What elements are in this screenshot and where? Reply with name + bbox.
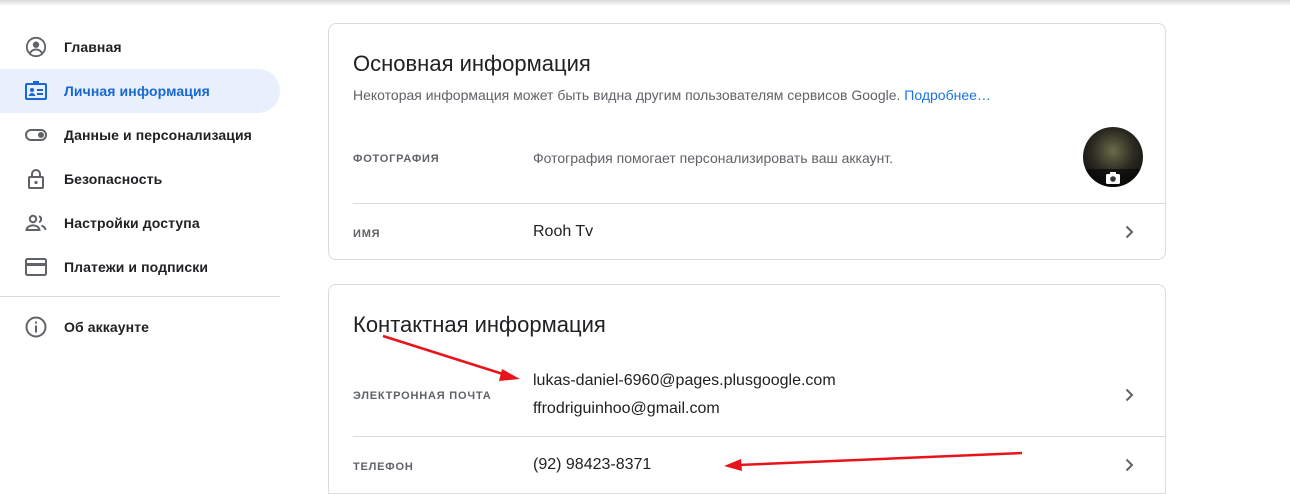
lock-icon xyxy=(24,167,48,191)
sidebar-item-label: Платежи и подписки xyxy=(64,259,209,275)
phone-row[interactable]: ТЕЛЕФОН (92) 98423-8371 xyxy=(329,437,1165,494)
credit-card-icon xyxy=(24,255,48,279)
id-card-icon xyxy=(24,79,48,103)
toggle-icon xyxy=(24,123,48,147)
name-label: ИМЯ xyxy=(353,228,381,240)
basic-info-subtitle: Некоторая информация может быть видна др… xyxy=(353,87,991,103)
sidebar-item-sharing[interactable]: Настройки доступа xyxy=(0,201,280,245)
sidebar-item-home[interactable]: Главная xyxy=(0,25,280,69)
name-value: Rooh Tv xyxy=(533,223,594,240)
top-shadow xyxy=(0,0,1290,6)
email-value-primary: lukas-daniel-6960@pages.plusgoogle.com xyxy=(533,372,836,389)
email-value-secondary: ffrodriguinhoo@gmail.com xyxy=(533,400,720,417)
sidebar-item-label: Личная информация xyxy=(64,83,210,99)
sidebar-item-label: Об аккаунте xyxy=(64,319,149,335)
contact-info-card: Контактная информация ЭЛЕКТРОННАЯ ПОЧТА … xyxy=(328,284,1166,494)
account-circle-icon xyxy=(24,35,48,59)
photo-description: Фотография помогает персонализировать ва… xyxy=(533,150,894,166)
learn-more-link[interactable]: Подробнее… xyxy=(904,87,991,103)
sidebar-divider xyxy=(0,296,280,297)
photo-row[interactable]: ФОТОГРАФИЯ Фотография помогает персонали… xyxy=(329,124,1165,203)
sidebar-item-label: Главная xyxy=(64,39,122,55)
sidebar-nav: Главная Личная информация Данные и персо… xyxy=(0,25,280,349)
sidebar-item-label: Безопасность xyxy=(64,171,163,187)
sidebar-item-security[interactable]: Безопасность xyxy=(0,157,280,201)
photo-label: ФОТОГРАФИЯ xyxy=(353,153,440,165)
phone-label: ТЕЛЕФОН xyxy=(353,461,414,473)
basic-info-title: Основная информация xyxy=(353,51,591,76)
people-icon xyxy=(24,211,48,235)
info-icon xyxy=(24,315,48,339)
profile-photo-avatar[interactable] xyxy=(1083,127,1143,187)
chevron-right-icon[interactable] xyxy=(1121,387,1137,403)
sidebar-item-label: Данные и персонализация xyxy=(64,127,252,143)
chevron-right-icon[interactable] xyxy=(1121,224,1137,240)
name-row[interactable]: ИМЯ Rooh Tv xyxy=(329,204,1165,260)
contact-info-title: Контактная информация xyxy=(353,312,606,337)
email-row[interactable]: ЭЛЕКТРОННАЯ ПОЧТА lukas-daniel-6960@page… xyxy=(329,357,1165,436)
sidebar-item-personal-info[interactable]: Личная информация xyxy=(0,69,280,113)
sidebar-item-data-personalization[interactable]: Данные и персонализация xyxy=(0,113,280,157)
phone-value: (92) 98423-8371 xyxy=(533,456,652,473)
email-label: ЭЛЕКТРОННАЯ ПОЧТА xyxy=(353,390,492,402)
sidebar-item-payments[interactable]: Платежи и подписки xyxy=(0,245,280,289)
sidebar-item-about[interactable]: Об аккаунте xyxy=(0,305,280,349)
basic-info-card: Основная информация Некоторая информация… xyxy=(328,23,1166,260)
basic-info-description: Некоторая информация может быть видна др… xyxy=(353,87,901,103)
chevron-right-icon[interactable] xyxy=(1121,457,1137,473)
camera-icon xyxy=(1083,169,1143,187)
sidebar-item-label: Настройки доступа xyxy=(64,215,200,231)
